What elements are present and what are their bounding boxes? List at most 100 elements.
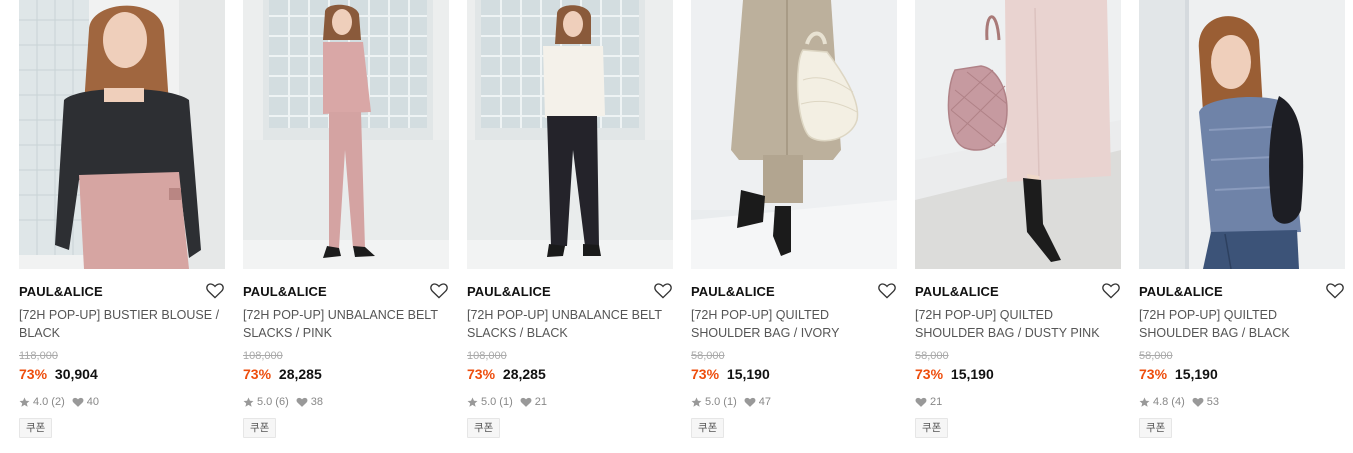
original-price: 58,000	[691, 350, 725, 362]
heart-outline-icon[interactable]	[654, 283, 672, 299]
rating-group: 5.0 (6)	[243, 396, 289, 408]
product-meta: 4.8 (4) 53	[1139, 395, 1226, 409]
review-count: (1)	[723, 396, 737, 408]
product-name[interactable]: [72H POP-UP] UNBALANCE BELT SLACKS / PIN…	[243, 306, 449, 342]
likes-count: 21	[534, 396, 547, 408]
star-icon	[691, 397, 702, 407]
heart-icon	[744, 397, 756, 407]
discount-rate: 73%	[915, 366, 944, 382]
rating-value: 5.0	[257, 396, 273, 408]
product-image[interactable]	[243, 0, 449, 269]
product-image[interactable]	[915, 0, 1121, 269]
sale-price: 30,904	[54, 366, 98, 382]
likes-count: 40	[86, 396, 99, 408]
likes-group: 21	[915, 396, 942, 408]
review-count: (6)	[275, 396, 289, 408]
heart-outline-icon[interactable]	[430, 283, 448, 299]
price-row: 73% 15,190	[1139, 366, 1218, 382]
brand-name[interactable]: PAUL&ALICE	[691, 284, 775, 299]
review-count: (4)	[1171, 396, 1185, 408]
heart-outline-icon[interactable]	[878, 283, 896, 299]
product-card[interactable]: PAUL&ALICE [72H POP-UP] UNBALANCE BELT S…	[467, 0, 673, 453]
product-image[interactable]	[19, 0, 225, 269]
likes-count: 38	[310, 396, 323, 408]
product-image[interactable]	[1139, 0, 1345, 269]
likes-group: 40	[72, 396, 99, 408]
likes-count: 21	[930, 396, 943, 408]
price-row: 73% 15,190	[691, 366, 770, 382]
product-card[interactable]: PAUL&ALICE [72H POP-UP] QUILTED SHOULDER…	[691, 0, 897, 453]
original-price: 118,000	[19, 350, 58, 362]
heart-outline-icon[interactable]	[1102, 283, 1120, 299]
rating-value: 4.0	[33, 396, 49, 408]
star-icon	[243, 397, 254, 407]
likes-count: 47	[758, 396, 771, 408]
product-name[interactable]: [72H POP-UP] QUILTED SHOULDER BAG / BLAC…	[1139, 306, 1345, 342]
heart-icon	[296, 397, 308, 407]
rating-group: 5.0 (1)	[691, 396, 737, 408]
heart-icon	[72, 397, 84, 407]
discount-rate: 73%	[1139, 366, 1168, 382]
rating-group: 4.8 (4)	[1139, 396, 1185, 408]
rating-value: 4.8	[1153, 396, 1169, 408]
sale-price: 15,190	[950, 366, 994, 382]
sale-price: 28,285	[278, 366, 322, 382]
product-name[interactable]: [72H POP-UP] UNBALANCE BELT SLACKS / BLA…	[467, 306, 673, 342]
product-meta: 5.0 (1) 21	[467, 395, 554, 409]
product-image[interactable]	[467, 0, 673, 269]
product-card[interactable]: PAUL&ALICE [72H POP-UP] QUILTED SHOULDER…	[1139, 0, 1345, 453]
coupon-badge: 쿠폰	[243, 418, 277, 438]
rating-value: 5.0	[705, 396, 721, 408]
original-price: 58,000	[915, 350, 949, 362]
product-name[interactable]: [72H POP-UP] QUILTED SHOULDER BAG / DUST…	[915, 306, 1121, 342]
product-grid: PAUL&ALICE [72H POP-UP] BUSTIER BLOUSE /…	[0, 0, 1353, 453]
star-icon	[1139, 397, 1150, 407]
product-name[interactable]: [72H POP-UP] QUILTED SHOULDER BAG / IVOR…	[691, 306, 897, 342]
product-meta: 5.0 (6) 38	[243, 395, 330, 409]
brand-name[interactable]: PAUL&ALICE	[243, 284, 327, 299]
coupon-badge: 쿠폰	[691, 418, 725, 438]
brand-name[interactable]: PAUL&ALICE	[467, 284, 551, 299]
product-card[interactable]: PAUL&ALICE [72H POP-UP] BUSTIER BLOUSE /…	[19, 0, 225, 453]
price-row: 73% 28,285	[243, 366, 322, 382]
sale-price: 15,190	[726, 366, 770, 382]
rating-group: 4.0 (2)	[19, 396, 65, 408]
coupon-badge: 쿠폰	[19, 418, 53, 438]
heart-outline-icon[interactable]	[206, 283, 224, 299]
product-card[interactable]: PAUL&ALICE [72H POP-UP] UNBALANCE BELT S…	[243, 0, 449, 453]
heart-icon	[520, 397, 532, 407]
heart-icon	[1192, 397, 1204, 407]
brand-name[interactable]: PAUL&ALICE	[1139, 284, 1223, 299]
product-meta: 21	[915, 395, 949, 409]
likes-group: 21	[520, 396, 547, 408]
price-row: 73% 28,285	[467, 366, 546, 382]
product-meta: 5.0 (1) 47	[691, 395, 778, 409]
discount-rate: 73%	[243, 366, 272, 382]
likes-group: 47	[744, 396, 771, 408]
product-image[interactable]	[691, 0, 897, 269]
coupon-badge: 쿠폰	[915, 418, 949, 438]
price-row: 73% 30,904	[19, 366, 98, 382]
product-card[interactable]: PAUL&ALICE [72H POP-UP] QUILTED SHOULDER…	[915, 0, 1121, 453]
sale-price: 15,190	[1174, 366, 1218, 382]
likes-count: 53	[1206, 396, 1219, 408]
original-price: 108,000	[467, 350, 507, 362]
likes-group: 38	[296, 396, 323, 408]
brand-name[interactable]: PAUL&ALICE	[915, 284, 999, 299]
discount-rate: 73%	[691, 366, 720, 382]
brand-name[interactable]: PAUL&ALICE	[19, 284, 103, 299]
coupon-badge: 쿠폰	[1139, 418, 1173, 438]
discount-rate: 73%	[467, 366, 496, 382]
product-meta: 4.0 (2) 40	[19, 395, 106, 409]
price-row: 73% 15,190	[915, 366, 994, 382]
rating-value: 5.0	[481, 396, 497, 408]
sale-price: 28,285	[502, 366, 546, 382]
original-price: 108,000	[243, 350, 283, 362]
review-count: (2)	[51, 396, 65, 408]
product-name[interactable]: [72H POP-UP] BUSTIER BLOUSE / BLACK	[19, 306, 225, 342]
heart-icon	[915, 397, 927, 407]
original-price: 58,000	[1139, 350, 1173, 362]
heart-outline-icon[interactable]	[1326, 283, 1344, 299]
review-count: (1)	[499, 396, 513, 408]
coupon-badge: 쿠폰	[467, 418, 501, 438]
